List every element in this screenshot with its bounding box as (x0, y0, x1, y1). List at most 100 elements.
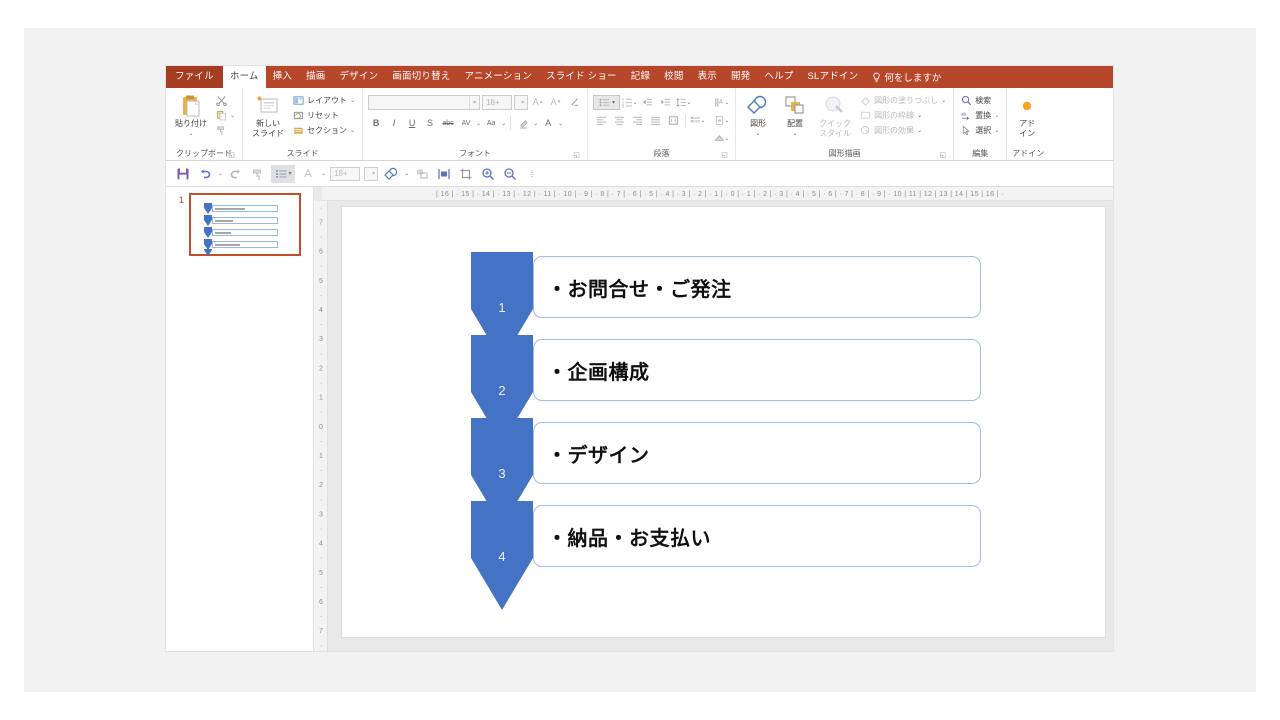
tab-animations[interactable]: アニメーション (457, 66, 539, 88)
numbering-chevron-down-icon[interactable]: ⌄ (633, 99, 638, 106)
paragraph-dialog-launcher[interactable]: ◱ (721, 152, 728, 159)
convert-smartart-button-2[interactable]: ⌄ (713, 131, 730, 146)
font-size-combo[interactable]: 18+ (482, 94, 513, 110)
bullets-button[interactable]: ▾ (593, 95, 621, 110)
bullets-chevron-down-icon[interactable]: ▾ (612, 99, 615, 106)
strikethrough-button[interactable]: abc (440, 115, 456, 131)
crop-quick-button[interactable] (457, 165, 475, 183)
font-name-chevron-down-icon[interactable]: ▾ (469, 95, 476, 109)
tab-slideshow[interactable]: スライド ショー (539, 66, 624, 88)
align-text-button[interactable]: ⌄ (713, 113, 730, 128)
align-right-button[interactable] (629, 113, 646, 128)
new-slide-button[interactable]: 新しい スライド (248, 91, 288, 139)
font-size-quick-combo[interactable]: 18+ (330, 166, 361, 181)
font-color-quick-button[interactable]: A (299, 165, 317, 183)
arrange-chevron-down-icon[interactable]: ⌄ (793, 129, 798, 139)
tab-transitions[interactable]: 画面切り替え (385, 66, 457, 88)
tab-review[interactable]: 校閲 (657, 66, 690, 88)
select-chevron-down-icon[interactable]: ⌄ (994, 127, 999, 134)
copy-chevron-down-icon[interactable]: ⌄ (230, 112, 235, 119)
tab-design[interactable]: デザイン (332, 66, 385, 88)
smartart-convert-chevron-down-icon[interactable]: ⌄ (725, 135, 730, 142)
change-case-chevron-down-icon[interactable]: ⌄ (501, 120, 506, 127)
copy-button[interactable]: ⌄ (214, 108, 237, 122)
arrange-button[interactable]: 配置 ⌄ (778, 91, 812, 139)
text-highlight-button[interactable] (515, 115, 531, 131)
tab-sl-addin[interactable]: SLアドイン (800, 66, 865, 88)
replace-chevron-down-icon[interactable]: ⌄ (994, 112, 999, 119)
font-color-chevron-down-icon[interactable]: ⌄ (558, 120, 563, 127)
step-4-textbox[interactable]: ・納品・お支払い (533, 505, 981, 567)
step-2-textbox[interactable]: ・企画構成 (533, 339, 981, 401)
shape-effects-button[interactable]: 図形の効果 ⌄ (858, 123, 948, 137)
numbering-button[interactable]: 123 ⌄ (621, 95, 638, 110)
select-button[interactable]: 選択 ⌄ (959, 123, 1001, 137)
underline-button[interactable]: U (404, 115, 420, 131)
paste-chevron-down-icon[interactable]: ⌄ (188, 129, 193, 139)
thumbnail-row-1[interactable]: 1 (166, 193, 313, 256)
grow-font-button[interactable]: A ▲ (530, 94, 546, 110)
reset-button[interactable]: リセット (291, 108, 357, 122)
shape-outline-button[interactable]: 図形の枠線 ⌄ (858, 108, 948, 122)
vertical-ruler[interactable]: 9 · 8 · 7 · 6 · 5 · 4 · 3 · 2 · 1 · 0 · … (314, 201, 328, 651)
layout-button[interactable]: レイアウト ⌄ (291, 93, 357, 107)
tab-view[interactable]: 表示 (691, 66, 724, 88)
step-1-textbox[interactable]: ・お問合せ・ご発注 (533, 256, 981, 318)
group-quick-button[interactable] (413, 165, 431, 183)
font-dialog-launcher[interactable]: ◱ (573, 152, 580, 159)
line-spacing-button[interactable]: ⌄ (675, 95, 692, 110)
process-step-4[interactable]: 4 ・納品・お支払い (471, 501, 981, 610)
tab-help[interactable]: ヘルプ (757, 66, 800, 88)
decrease-indent-button[interactable] (639, 95, 656, 110)
zoom-in-button[interactable] (479, 165, 497, 183)
tab-insert[interactable]: 挿入 (266, 66, 299, 88)
section-button[interactable]: セクション ⌄ (291, 123, 357, 137)
font-size-quick-chevron-down-icon[interactable]: ▾ (370, 170, 377, 177)
align-left-button[interactable] (593, 113, 610, 128)
shape-effects-chevron-down-icon[interactable]: ⌄ (917, 127, 922, 134)
find-button[interactable]: 検索 (959, 93, 1001, 107)
tab-developer[interactable]: 開発 (724, 66, 757, 88)
tab-record[interactable]: 記録 (624, 66, 657, 88)
tab-draw[interactable]: 描画 (299, 66, 332, 88)
horizontal-ruler[interactable]: · | 16 | · 15 | · 14 | · 13 | · 12 | · 1… (322, 187, 1113, 201)
highlight-chevron-down-icon[interactable]: ⌄ (533, 120, 538, 127)
step-4-chevron[interactable]: 4 (471, 501, 533, 610)
cut-button[interactable] (214, 93, 237, 107)
shape-fill-chevron-down-icon[interactable]: ⌄ (941, 97, 946, 104)
font-size-quick-dropdown[interactable]: ▾ (364, 166, 379, 181)
process-step-1[interactable]: 1 ・お問合せ・ご発注 (471, 252, 981, 361)
format-painter-button[interactable] (214, 123, 237, 137)
undo-button[interactable] (196, 165, 214, 183)
drawing-dialog-launcher[interactable]: ◱ (939, 152, 946, 159)
character-spacing-chevron-down-icon[interactable]: ⌄ (476, 120, 481, 127)
slide-thumbnail-1[interactable] (189, 193, 301, 256)
justify-button[interactable] (647, 113, 664, 128)
vertical-text-chevron-down-icon[interactable]: ⌄ (725, 99, 730, 106)
zoom-out-button[interactable] (501, 165, 519, 183)
font-color-button[interactable]: A (540, 115, 556, 131)
process-step-3[interactable]: 3 ・デザイン (471, 418, 981, 527)
redo-button[interactable] (227, 165, 245, 183)
shrink-font-button[interactable]: A ▼ (548, 94, 564, 110)
font-name-combo[interactable]: ▾ (368, 94, 481, 110)
process-step-2[interactable]: 2 ・企画構成 (471, 335, 981, 444)
clear-formatting-button[interactable] (566, 94, 582, 110)
quick-styles-button[interactable]: クイック スタイル (815, 91, 855, 139)
text-direction-button[interactable] (665, 113, 682, 128)
step-3-textbox[interactable]: ・デザイン (533, 422, 981, 484)
format-painter-quick-button[interactable] (249, 165, 267, 183)
change-case-button[interactable]: Aa (483, 115, 499, 131)
paste-button[interactable]: 貼り付け ⌄ (171, 91, 211, 139)
shape-outline-chevron-down-icon[interactable]: ⌄ (917, 112, 922, 119)
bullets-quick-button[interactable]: ▾ (271, 164, 296, 183)
clipboard-dialog-launcher[interactable]: ◱ (228, 152, 235, 159)
section-chevron-down-icon[interactable]: ⌄ (350, 127, 355, 134)
layout-chevron-down-icon[interactable]: ⌄ (350, 97, 355, 104)
italic-button[interactable]: I (386, 115, 402, 131)
shape-fill-button[interactable]: 図形の塗りつぶし ⌄ (858, 93, 948, 107)
align-text-chevron-down-icon[interactable]: ⌄ (725, 117, 730, 124)
undo-chevron-down-icon[interactable]: ⌄ (218, 170, 223, 177)
text-direction-vertical-button[interactable]: A ⌄ (713, 95, 730, 110)
replace-button[interactable]: ab 置換 ⌄ (959, 108, 1001, 122)
